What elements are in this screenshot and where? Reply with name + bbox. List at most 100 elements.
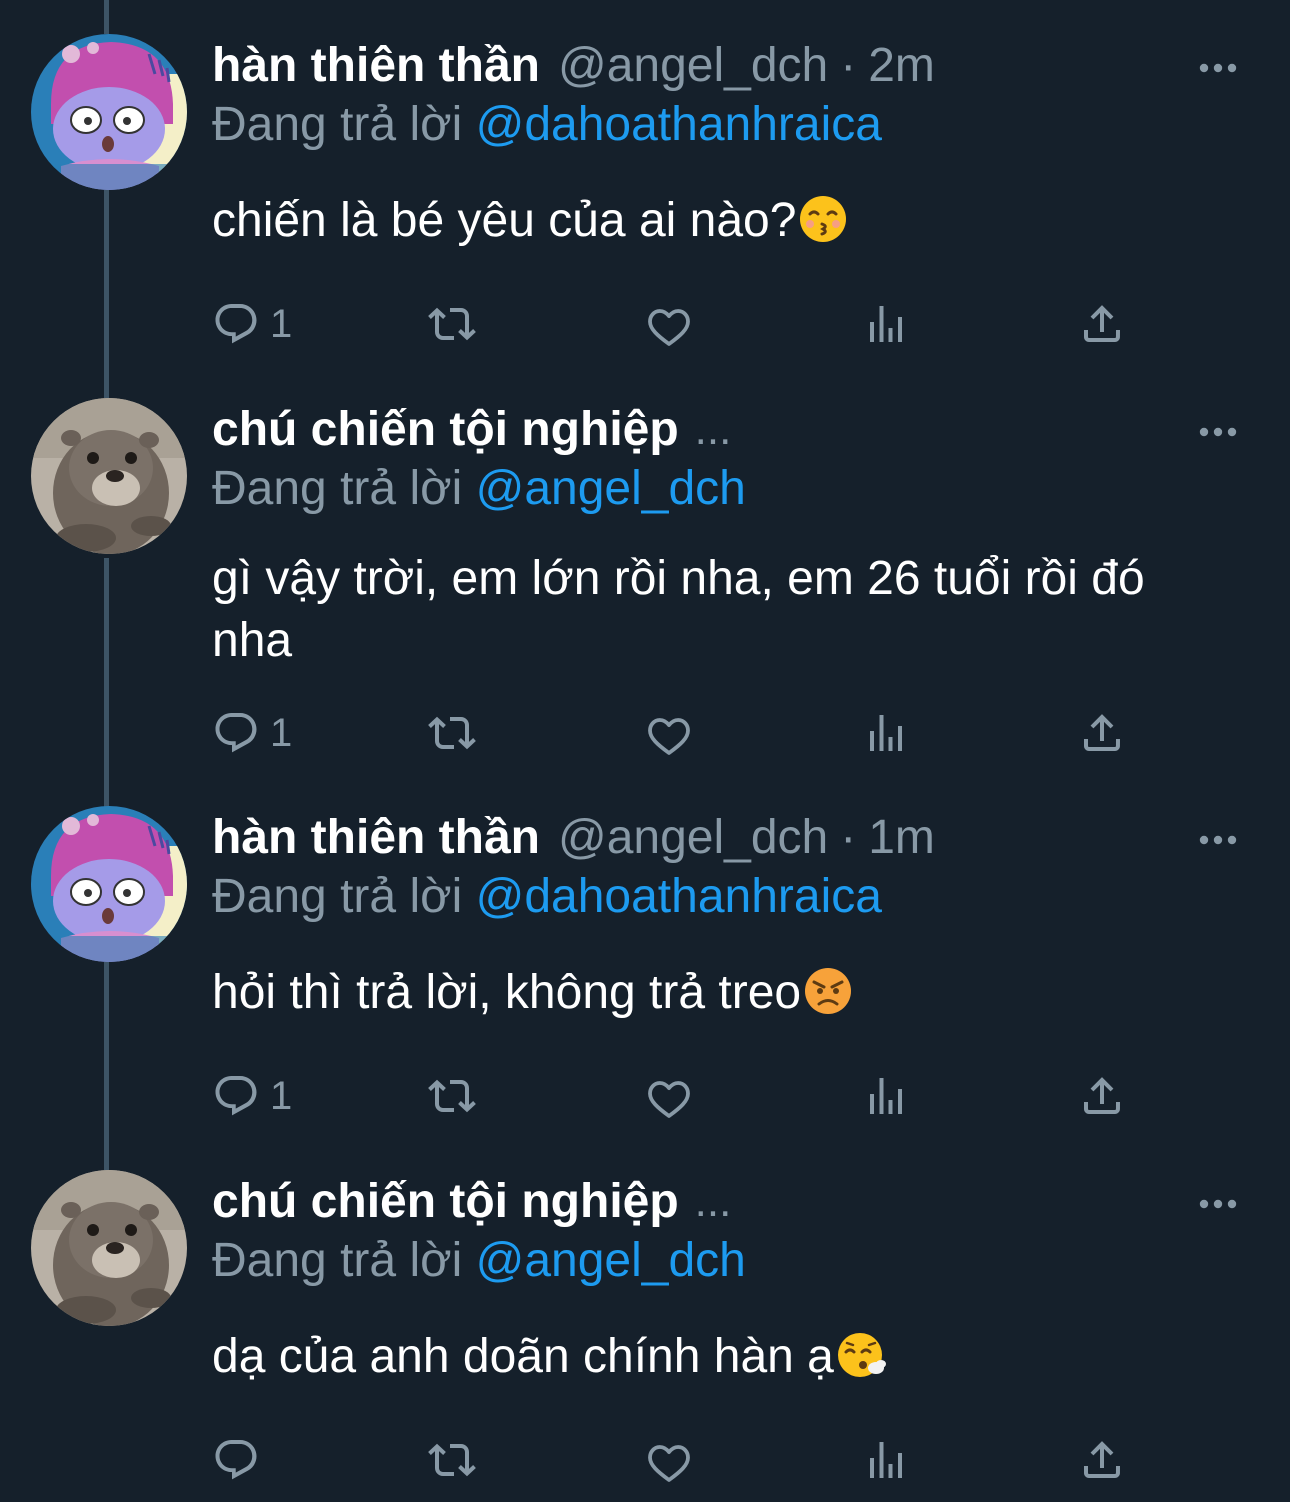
- otter-avatar: [31, 398, 187, 554]
- thread-line: [104, 558, 109, 808]
- retweet-button[interactable]: [428, 1068, 476, 1124]
- views-icon: [862, 709, 910, 757]
- views-icon: [862, 1436, 910, 1484]
- views-button[interactable]: [862, 1432, 910, 1488]
- tweet-header: chú chiến tội nghiệp ...: [212, 402, 1250, 458]
- thread-line: [104, 962, 109, 1170]
- more-icon[interactable]: [1198, 1198, 1238, 1210]
- avatar[interactable]: [31, 34, 187, 190]
- views-button[interactable]: [862, 705, 910, 761]
- share-icon: [1078, 1072, 1126, 1120]
- more-icon[interactable]: [1198, 426, 1238, 438]
- like-icon: [645, 1436, 693, 1484]
- reply-icon: [212, 1072, 260, 1120]
- avatar[interactable]: [31, 806, 187, 962]
- retweet-icon: [428, 709, 476, 757]
- reply-mention[interactable]: @dahoathanhraica: [476, 98, 882, 151]
- thread-line: [104, 190, 109, 398]
- tweet-text-content: gì vậy trời, em lớn rồi nha, em 26 tuổi …: [212, 552, 1145, 667]
- tweet-actions: 1: [212, 296, 1132, 352]
- user-handle[interactable]: @angel_dch: [558, 810, 828, 866]
- tweet-text-content: dạ của anh doãn chính hàn ạ: [212, 1330, 834, 1383]
- more-icon[interactable]: [1198, 62, 1238, 74]
- like-button[interactable]: [645, 1432, 693, 1488]
- tweet-header: chú chiến tội nghiệp ...: [212, 1174, 1250, 1230]
- separator: ·: [840, 811, 857, 864]
- share-icon: [1078, 300, 1126, 348]
- reply-context: Đang trả lời @angel_dch: [212, 1230, 1250, 1292]
- reply-prefix: Đang trả lời: [212, 462, 463, 515]
- retweet-icon: [428, 300, 476, 348]
- tweet-header: hàn thiên thần @angel_dch · 2m: [212, 38, 1250, 94]
- like-button[interactable]: [645, 296, 693, 352]
- reply-context: Đang trả lời @dahoathanhraica: [212, 866, 1250, 928]
- reply-context: Đang trả lời @angel_dch: [212, 458, 1250, 520]
- reply-icon: [212, 1436, 260, 1484]
- retweet-button[interactable]: [428, 296, 476, 352]
- thread-line-top: [104, 0, 109, 34]
- timestamp[interactable]: 1m: [868, 810, 935, 866]
- avatar[interactable]: [31, 1170, 187, 1326]
- like-icon: [645, 300, 693, 348]
- reply-count: 1: [270, 301, 293, 346]
- tweet-text: gì vậy trời, em lớn rồi nha, em 26 tuổi …: [212, 548, 1212, 672]
- tweet-text-content: hỏi thì trả lời, không trả treo: [212, 966, 802, 1019]
- user-handle[interactable]: @angel_dch: [558, 38, 828, 94]
- reply-button[interactable]: 1: [212, 705, 292, 761]
- retweet-icon: [428, 1072, 476, 1120]
- reply-count: 1: [270, 710, 293, 755]
- timestamp[interactable]: 2m: [868, 38, 935, 94]
- reply-button[interactable]: 1: [212, 1068, 292, 1124]
- share-button[interactable]: [1078, 705, 1126, 761]
- cartoon-character-avatar: [31, 34, 187, 190]
- angry-face-emoji: [803, 966, 853, 1016]
- tweet-header: hàn thiên thần @angel_dch · 1m: [212, 810, 1250, 866]
- kissing-face-closed-eyes-emoji: [798, 194, 848, 244]
- share-button[interactable]: [1078, 1432, 1126, 1488]
- reply-count: 1: [270, 1073, 293, 1118]
- display-name[interactable]: chú chiến tội nghiệp: [212, 402, 679, 458]
- display-name[interactable]: chú chiến tội nghiệp: [212, 1174, 679, 1230]
- reply-prefix: Đang trả lời: [212, 98, 463, 151]
- share-button[interactable]: [1078, 296, 1126, 352]
- tweet-actions: 1: [212, 1068, 1132, 1124]
- tweet-text: hỏi thì trả lời, không trả treo: [212, 962, 1212, 1024]
- views-icon: [862, 1072, 910, 1120]
- reply-button[interactable]: [212, 1432, 270, 1488]
- reply-button[interactable]: 1: [212, 296, 292, 352]
- face-exhaling-emoji: [836, 1330, 886, 1380]
- retweet-button[interactable]: [428, 705, 476, 761]
- like-icon: [645, 1072, 693, 1120]
- reply-context: Đang trả lời @dahoathanhraica: [212, 94, 1250, 156]
- retweet-icon: [428, 1436, 476, 1484]
- reply-icon: [212, 300, 260, 348]
- reply-icon: [212, 709, 260, 757]
- truncation-ellipsis: ...: [694, 405, 732, 454]
- reply-mention[interactable]: @dahoathanhraica: [476, 870, 882, 923]
- separator: ·: [840, 39, 857, 92]
- cartoon-character-avatar: [31, 806, 187, 962]
- truncation-ellipsis: ...: [694, 1177, 732, 1226]
- like-button[interactable]: [645, 1068, 693, 1124]
- share-icon: [1078, 1436, 1126, 1484]
- tweet-text-content: chiến là bé yêu của ai nào?: [212, 194, 797, 247]
- tweet-text: chiến là bé yêu của ai nào?: [212, 190, 1212, 252]
- reply-prefix: Đang trả lời: [212, 870, 463, 923]
- otter-avatar: [31, 1170, 187, 1326]
- display-name[interactable]: hàn thiên thần: [212, 810, 540, 866]
- reply-prefix: Đang trả lời: [212, 1234, 463, 1287]
- reply-mention[interactable]: @angel_dch: [476, 462, 746, 515]
- like-button[interactable]: [645, 705, 693, 761]
- reply-mention[interactable]: @angel_dch: [476, 1234, 746, 1287]
- like-icon: [645, 709, 693, 757]
- views-button[interactable]: [862, 296, 910, 352]
- tweet-actions: [212, 1432, 1132, 1488]
- retweet-button[interactable]: [428, 1432, 476, 1488]
- avatar[interactable]: [31, 398, 187, 554]
- share-icon: [1078, 709, 1126, 757]
- views-button[interactable]: [862, 1068, 910, 1124]
- share-button[interactable]: [1078, 1068, 1126, 1124]
- tweet-actions: 1: [212, 705, 1132, 761]
- display-name[interactable]: hàn thiên thần: [212, 38, 540, 94]
- more-icon[interactable]: [1198, 834, 1238, 846]
